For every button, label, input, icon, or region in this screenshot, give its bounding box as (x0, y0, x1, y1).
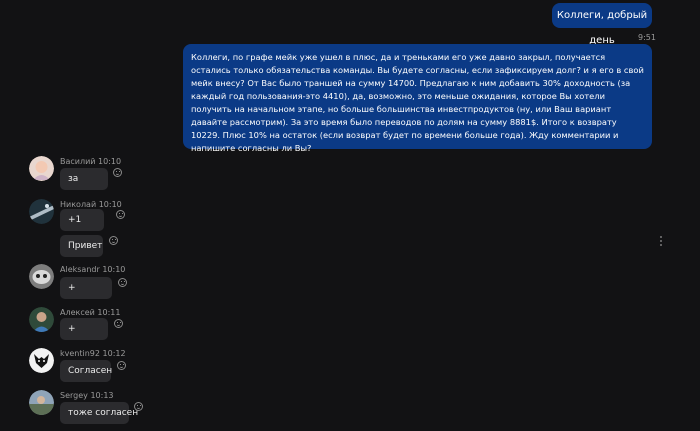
incoming-message[interactable]: тоже согласен (60, 402, 138, 424)
message-author: Василий 10:10 (60, 157, 122, 166)
message-author: Sergey 10:13 (60, 391, 114, 400)
avatar[interactable] (29, 264, 54, 289)
outgoing-message[interactable]: Коллеги, по графе мейк уже ушел в плюс, … (183, 44, 652, 153)
kebab-menu-icon[interactable] (660, 236, 662, 246)
message-author: Aleksandr 10:10 (60, 265, 126, 274)
avatar[interactable] (29, 307, 54, 332)
message-author: Николай 10:10 (60, 200, 122, 209)
incoming-message[interactable]: + (60, 318, 108, 340)
smiley-icon[interactable] (134, 402, 143, 411)
avatar[interactable] (29, 348, 54, 373)
message-author: kventin92 10:12 (60, 349, 126, 358)
chat-view: Коллеги, добрый день 9:51 Коллеги, по гр… (0, 0, 700, 431)
incoming-message[interactable]: + (60, 277, 112, 299)
incoming-message[interactable]: Согласен (60, 360, 112, 382)
message-time: 9:51 (638, 33, 656, 42)
incoming-message[interactable]: +1 (60, 209, 104, 231)
message-author: Алексей 10:11 (60, 308, 121, 317)
smiley-icon[interactable] (118, 278, 127, 287)
smiley-icon[interactable] (117, 361, 126, 370)
smiley-icon[interactable] (114, 319, 123, 328)
avatar[interactable] (29, 156, 54, 181)
incoming-message[interactable]: за (60, 168, 108, 190)
outgoing-message[interactable]: Коллеги, добрый день (552, 3, 652, 46)
smiley-icon[interactable] (113, 168, 122, 177)
incoming-message[interactable]: Привет (60, 235, 103, 257)
avatar[interactable] (29, 199, 54, 224)
smiley-icon[interactable] (116, 210, 125, 219)
smiley-icon[interactable] (109, 236, 118, 245)
avatar[interactable] (29, 390, 54, 415)
